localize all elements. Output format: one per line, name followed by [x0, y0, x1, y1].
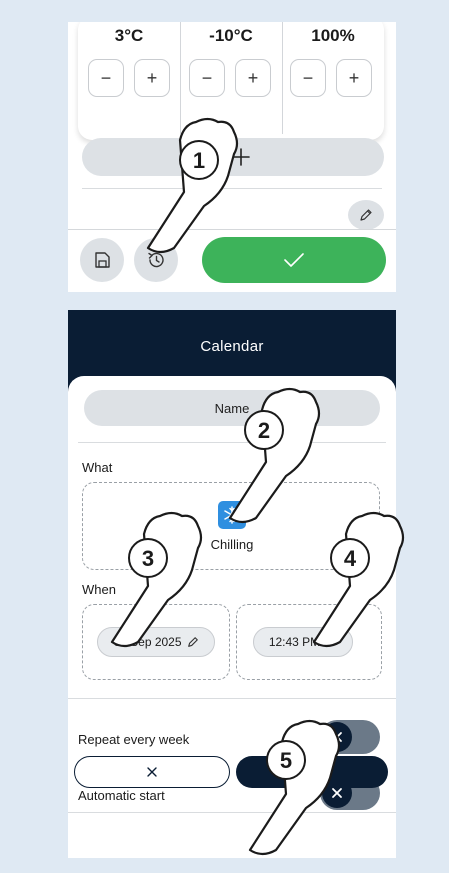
- column-divider: [282, 22, 283, 134]
- history-icon: [148, 252, 164, 268]
- auto-start-label: Automatic start: [78, 788, 165, 803]
- pointer-hand-4: 4: [312, 511, 405, 648]
- save-button[interactable]: [80, 238, 124, 282]
- pointer-hand-1: 1: [146, 117, 239, 254]
- cancel-button[interactable]: [74, 756, 230, 788]
- callout-number: 4: [344, 546, 357, 571]
- check-icon: [284, 253, 304, 267]
- temp-value-1: 3°C: [114, 26, 144, 45]
- humidity-value: 100%: [311, 26, 355, 45]
- decrement-button-1[interactable]: −: [88, 59, 124, 97]
- repeat-label: Repeat every week: [78, 732, 190, 747]
- increment-button-3[interactable]: +: [336, 59, 372, 97]
- pencil-icon: [360, 209, 372, 221]
- divider: [68, 812, 396, 813]
- temp-value-2: -10°C: [209, 26, 253, 45]
- pointer-hand-5: 5: [248, 719, 341, 856]
- close-icon: [147, 767, 157, 777]
- increment-button-2[interactable]: +: [235, 59, 271, 97]
- decrement-button-3[interactable]: −: [290, 59, 326, 97]
- increment-button-1[interactable]: +: [134, 59, 170, 97]
- callout-number: 2: [258, 418, 270, 443]
- pointer-hand-2: 2: [228, 387, 321, 524]
- divider: [68, 698, 396, 699]
- what-label: What: [82, 460, 113, 475]
- callout-number: 5: [280, 748, 292, 773]
- callout-number: 1: [193, 148, 205, 173]
- page-title: Calendar: [200, 338, 264, 355]
- edit-button[interactable]: [348, 200, 384, 230]
- callout-number: 3: [142, 546, 154, 571]
- save-icon: [95, 252, 110, 268]
- pointer-hand-3: 3: [110, 511, 203, 648]
- decrement-button-2[interactable]: −: [189, 59, 225, 97]
